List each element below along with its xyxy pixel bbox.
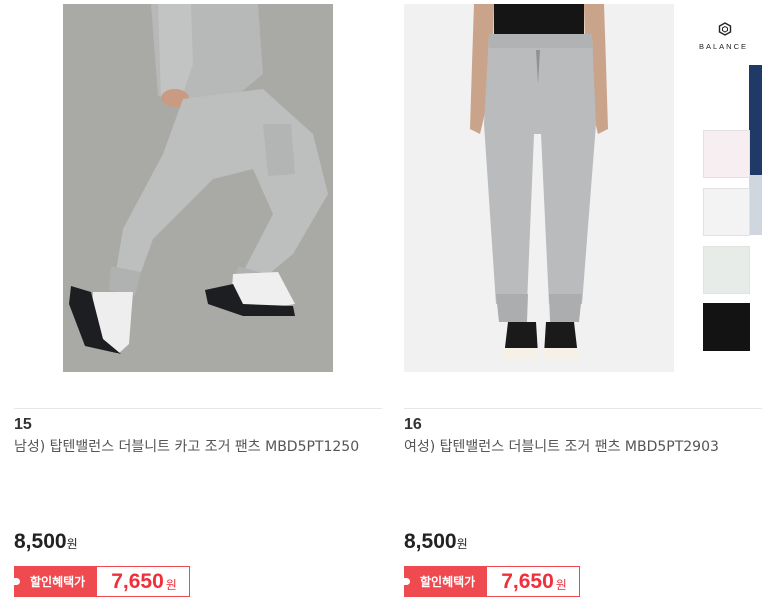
product-price: 8,500원 <box>404 530 468 554</box>
sale-label: 할인혜택가 <box>403 567 488 596</box>
sale-price-value: 7,650 <box>501 569 554 593</box>
product-title[interactable]: 남성) 탑텐밸런스 더블니트 카고 조거 팬츠 MBD5PT1250 <box>14 437 374 458</box>
sale-price-badge: 할인혜택가 7,650 원 <box>403 566 580 597</box>
product-grid: 15 남성) 탑텐밸런스 더블니트 카고 조거 팬츠 MBD5PT1250 8,… <box>0 0 762 610</box>
sale-price-unit: 원 <box>165 578 177 592</box>
color-swatch-white[interactable] <box>703 188 750 236</box>
product-image[interactable] <box>63 4 333 372</box>
product-image[interactable] <box>404 4 674 372</box>
sale-price: 7,650 원 <box>487 567 579 596</box>
product-image-edge <box>749 65 762 175</box>
product-price: 8,500원 <box>14 530 78 554</box>
product-rank: 16 <box>404 416 422 433</box>
color-swatch-mint[interactable] <box>703 246 750 294</box>
sale-price-unit: 원 <box>555 578 567 592</box>
sale-price-value: 7,650 <box>111 569 164 593</box>
product-image-edge <box>749 175 762 235</box>
color-swatch-black[interactable] <box>703 303 750 351</box>
sale-price-badge: 할인혜택가 7,650 원 <box>13 566 190 597</box>
card-divider <box>14 408 382 409</box>
price-unit: 원 <box>66 537 78 551</box>
brand-logo-icon <box>718 22 732 36</box>
sale-label: 할인혜택가 <box>13 567 98 596</box>
product-card-partial[interactable]: BALANCE <box>697 0 762 610</box>
brand-text: BALANCE <box>699 42 749 51</box>
price-value: 8,500 <box>14 530 67 553</box>
price-unit: 원 <box>456 537 468 551</box>
color-swatch-pink[interactable] <box>703 130 750 178</box>
sale-price: 7,650 원 <box>97 567 189 596</box>
price-value: 8,500 <box>404 530 457 553</box>
product-rank: 15 <box>14 416 32 433</box>
